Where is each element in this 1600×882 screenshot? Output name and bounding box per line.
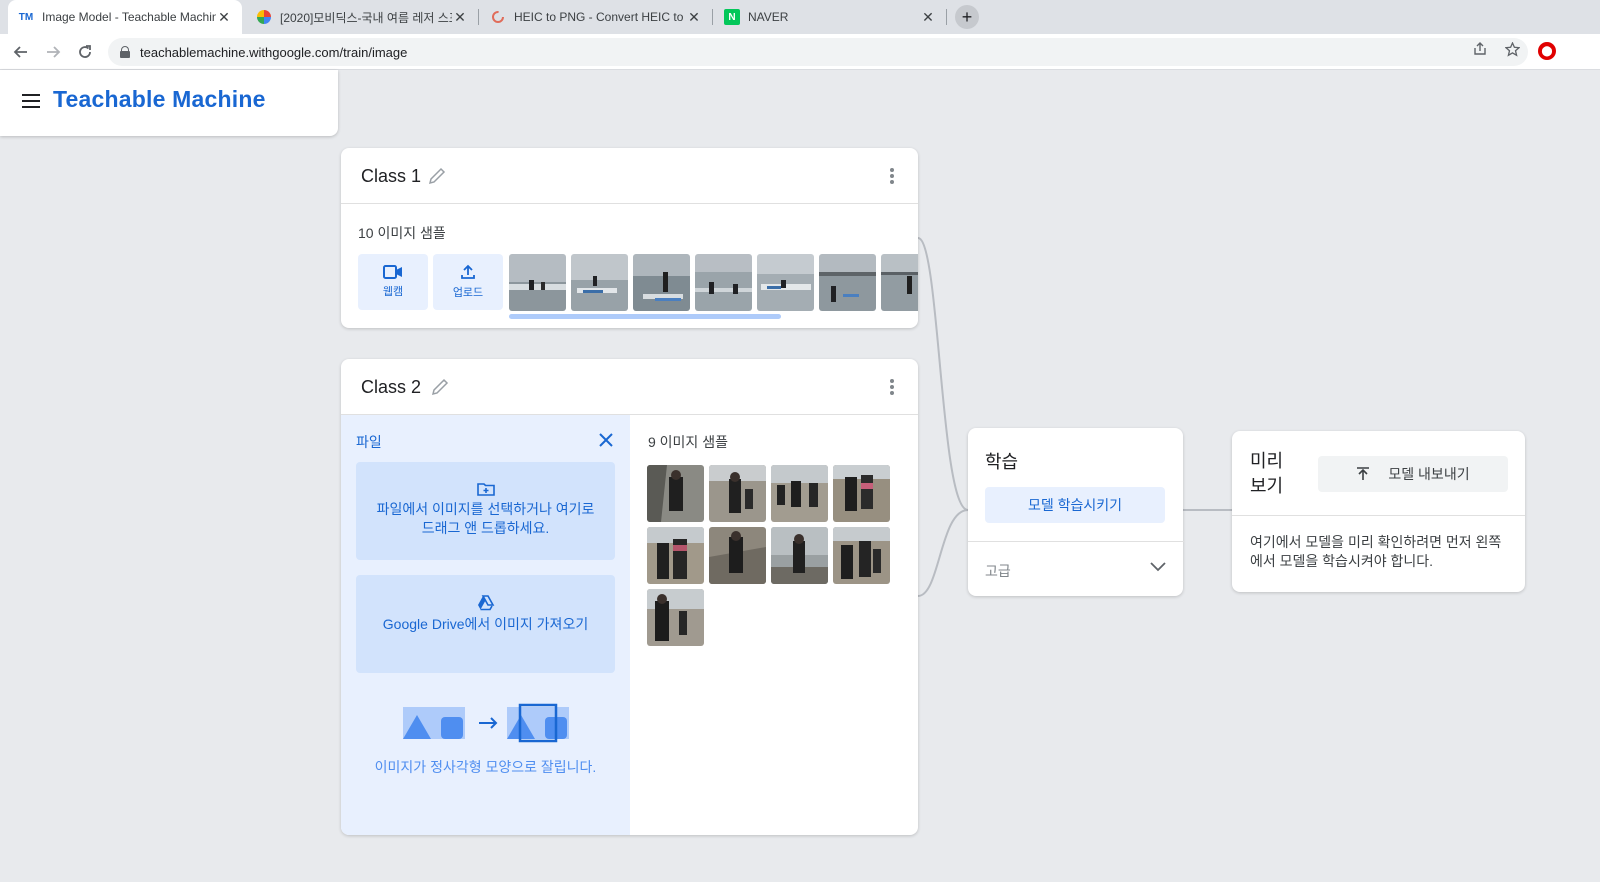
training-card: 학습 모델 학습시키기 고급: [968, 428, 1184, 596]
close-icon[interactable]: [599, 433, 613, 447]
folder-add-icon: [476, 483, 495, 496]
upload-icon: [461, 264, 475, 279]
class-2-thumbnail-grid: [647, 465, 891, 647]
file-drop-zone[interactable]: 파일에서 이미지를 선택하거나 여기로 드래그 앤 드롭하세요.: [356, 462, 615, 560]
sample-thumbnail[interactable]: [509, 254, 566, 311]
sample-thumbnail[interactable]: [647, 589, 704, 646]
class-1-samples-label: 10 이미지 샘플: [358, 225, 446, 241]
sample-thumbnail[interactable]: [757, 254, 814, 311]
class-2-samples-label: 9 이미지 샘플: [648, 434, 728, 450]
sample-thumbnail[interactable]: [709, 527, 766, 584]
sample-thumbnail[interactable]: [771, 465, 828, 522]
more-options-icon[interactable]: [890, 379, 894, 395]
thumbnail-scrollbar[interactable]: [509, 314, 781, 319]
sample-thumbnail[interactable]: [819, 254, 876, 311]
preview-message: 여기에서 모델을 미리 확인하려면 먼저 왼쪽에서 모델을 학습시켜야 합니다.: [1250, 534, 1502, 569]
sample-thumbnail[interactable]: [647, 465, 704, 522]
edit-pencil-icon[interactable]: [430, 377, 450, 397]
class-1-name[interactable]: Class 1: [361, 166, 421, 187]
sample-thumbnail[interactable]: [695, 254, 752, 311]
class-1-header: Class 1: [341, 148, 918, 204]
class-2-header: Class 2: [341, 359, 918, 415]
crop-note-text: 이미지가 정사각형 모양으로 잘립니다.: [374, 759, 597, 775]
file-panel-label: 파일: [356, 434, 382, 450]
class-1-thumbnail-strip: [509, 254, 918, 311]
sample-thumbnail[interactable]: [771, 527, 828, 584]
upload-button[interactable]: 업로드: [433, 254, 503, 310]
sample-thumbnail[interactable]: [647, 527, 704, 584]
export-upload-icon: [1357, 467, 1370, 480]
train-model-button[interactable]: 모델 학습시키기: [985, 487, 1165, 523]
training-title: 학습: [985, 452, 1019, 472]
sample-thumbnail[interactable]: [881, 254, 918, 311]
preview-divider: [1232, 515, 1525, 516]
file-upload-panel: 파일 파일에서 이미지를 선택하거나 여기로 드래그 앤 드롭하세요. Goog…: [341, 415, 630, 835]
more-options-icon[interactable]: [890, 168, 894, 184]
google-drive-icon: [477, 595, 494, 611]
webcam-button[interactable]: 웹캠: [358, 254, 428, 310]
chevron-down-icon: [1150, 562, 1166, 572]
crop-illustration: [403, 703, 569, 743]
google-drive-button[interactable]: Google Drive에서 이미지 가져오기: [356, 575, 615, 673]
class-2-card: Class 2 파일 파일에서 이미지를 선택하거나 여기로 드래그 앤 드롭하…: [341, 359, 918, 835]
drop-zone-text: 파일에서 이미지를 선택하거나 여기로 드래그 앤 드롭하세요.: [376, 501, 595, 536]
sample-thumbnail[interactable]: [571, 254, 628, 311]
upload-label: 업로드: [452, 287, 484, 299]
sample-thumbnail[interactable]: [709, 465, 766, 522]
preview-card: 미리 보기 모델 내보내기 여기에서 모델을 미리 확인하려면 먼저 왼쪽에서 …: [1232, 431, 1525, 592]
webcam-label: 웹캠: [382, 286, 404, 298]
class-2-name[interactable]: Class 2: [361, 377, 421, 398]
edit-pencil-icon[interactable]: [427, 166, 447, 186]
export-model-label: 모델 내보내기: [1388, 466, 1470, 482]
class-1-card: Class 1 10 이미지 샘플 웹캠 업로드: [341, 148, 918, 328]
sample-thumbnail[interactable]: [833, 465, 890, 522]
preview-title: 미리 보기: [1250, 451, 1284, 496]
sample-thumbnail[interactable]: [833, 527, 890, 584]
sample-thumbnail[interactable]: [633, 254, 690, 311]
export-model-button[interactable]: 모델 내보내기: [1318, 456, 1508, 492]
webcam-icon: [383, 265, 402, 279]
advanced-toggle[interactable]: 고급: [968, 541, 1184, 596]
advanced-label: 고급: [985, 563, 1011, 579]
google-drive-text: Google Drive에서 이미지 가져오기: [382, 616, 589, 632]
